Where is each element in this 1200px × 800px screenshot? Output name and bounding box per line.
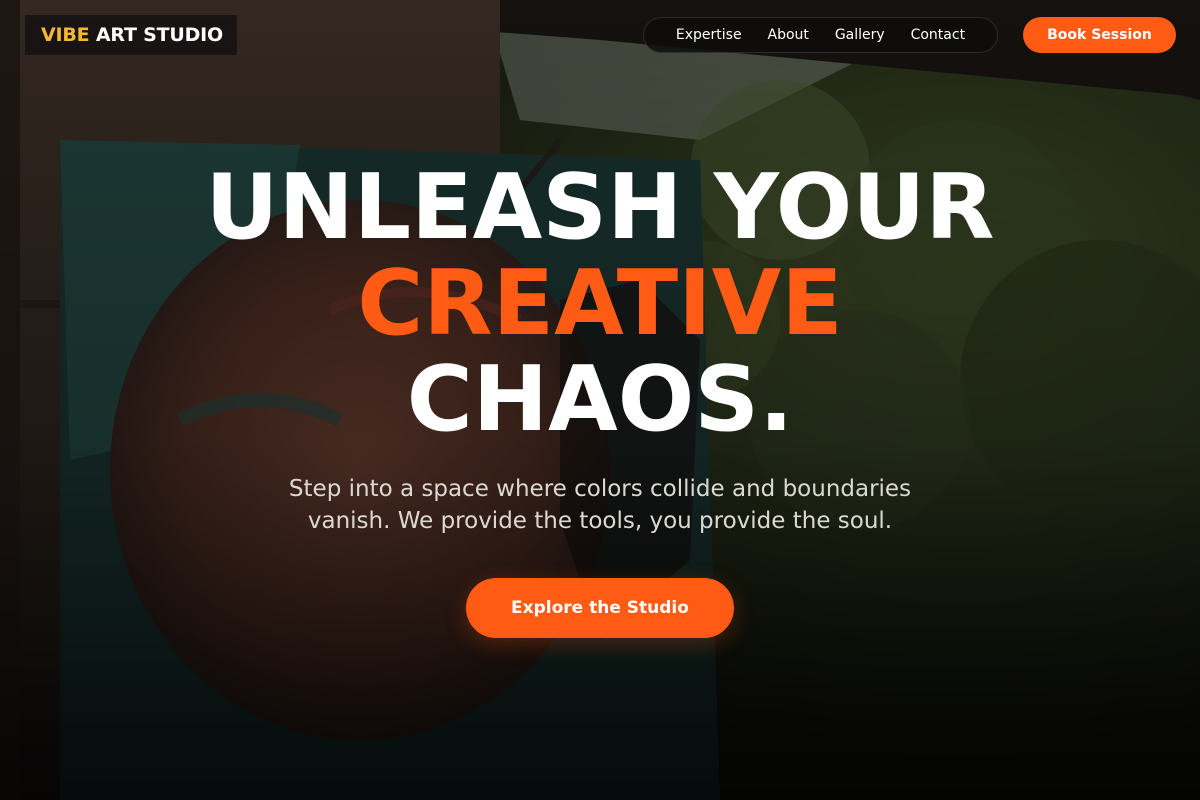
brand-logo[interactable]: VIBE ART STUDIO [25, 15, 237, 55]
headline-line-2: CREATIVE [357, 251, 843, 356]
headline-line-1: UNLEASH YOUR [205, 155, 995, 260]
hero-section: VIBE ART STUDIO Expertise About Gallery … [0, 0, 1200, 800]
hero-subtitle: Step into a space where colors collide a… [288, 476, 912, 534]
explore-studio-button[interactable]: Explore the Studio [466, 578, 734, 638]
nav-link-contact[interactable]: Contact [911, 27, 965, 43]
nav-link-gallery[interactable]: Gallery [835, 27, 885, 43]
nav-link-expertise[interactable]: Expertise [676, 27, 742, 43]
logo-accent-word: VIBE [41, 24, 90, 46]
headline-line-3: CHAOS. [406, 347, 794, 452]
main-nav: Expertise About Gallery Contact [643, 17, 998, 53]
nav-link-about[interactable]: About [768, 27, 809, 43]
book-session-button[interactable]: Book Session [1023, 17, 1176, 53]
hero-headline: UNLEASH YOUR CREATIVE CHAOS. [0, 160, 1200, 448]
logo-rest: ART STUDIO [95, 24, 223, 46]
